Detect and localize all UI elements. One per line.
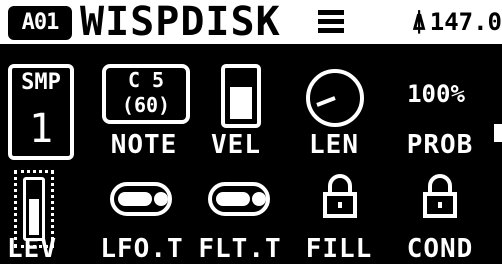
tempo-display[interactable]: ⍋ 147.0 [356, 0, 502, 44]
fill-label: FILL [305, 234, 373, 264]
velocity-label: VEL [211, 130, 261, 160]
probability-value[interactable]: 100% [396, 80, 476, 108]
note-midi-value: (60) [121, 93, 171, 117]
hamburger-menu-icon[interactable] [318, 10, 344, 33]
scroll-indicator[interactable] [494, 124, 502, 142]
knob-icon[interactable] [303, 66, 367, 130]
level-bar [23, 177, 45, 241]
sample-slot[interactable]: SMP 1 [8, 64, 74, 160]
filter-trig-label: FLT.T [198, 234, 282, 264]
velocity-fill [230, 86, 252, 119]
note-value: C 5 [127, 68, 165, 92]
lfo-trig-toggle-icon[interactable] [110, 182, 172, 216]
sample-value: 1 [28, 106, 54, 152]
filter-trig-toggle-icon[interactable] [208, 182, 270, 216]
lfo-trig-label: LFO.T [100, 234, 184, 264]
note-label: NOTE [110, 130, 178, 160]
cond-label: COND [406, 234, 474, 264]
length-label: LEN [309, 130, 359, 160]
cond-lock-icon[interactable] [422, 174, 458, 220]
level-label: LEV [7, 234, 57, 264]
fill-lock-icon[interactable] [322, 174, 358, 220]
sample-label: SMP [21, 70, 61, 95]
metronome-icon: ⍋ [412, 11, 426, 36]
note-display[interactable]: C 5 (60) [102, 64, 190, 124]
track-title: WISPDISK [80, 0, 281, 45]
probability-label: PROB [406, 130, 474, 160]
pattern-badge[interactable]: A01 [8, 6, 72, 40]
tempo-value: 147.0 [429, 8, 502, 36]
level-fill [29, 198, 39, 235]
velocity-meter[interactable] [221, 64, 261, 128]
